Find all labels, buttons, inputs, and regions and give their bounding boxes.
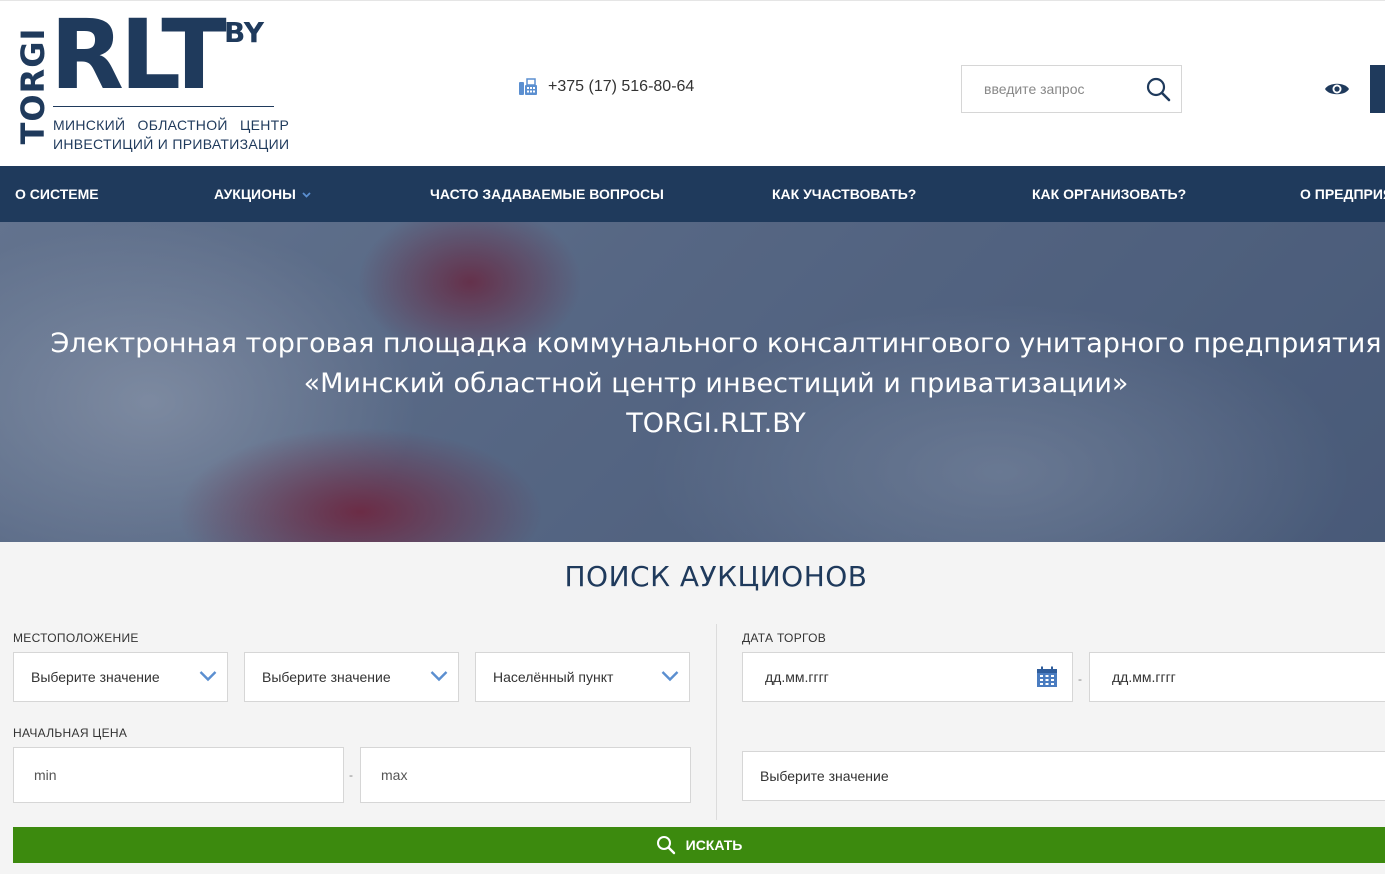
nav-item-how-to-organize[interactable]: КАК ОРГАНИЗОВАТЬ? [1032, 166, 1186, 222]
logo-by-text: BY [224, 16, 265, 49]
date-to-input[interactable]: дд.мм.гггг [1089, 652, 1385, 702]
column-divider [716, 624, 717, 820]
date-to-placeholder: дд.мм.гггг [1112, 669, 1176, 685]
search-input[interactable] [962, 66, 1137, 112]
category-select[interactable]: Выберите значение [742, 751, 1385, 801]
category-select-value: Выберите значение [760, 768, 889, 784]
search-submit-button[interactable]: ИСКАТЬ [13, 827, 1385, 863]
district-select-value: Выберите значение [262, 669, 391, 685]
price-label: НАЧАЛЬНАЯ ЦЕНА [13, 726, 128, 740]
calendar-icon[interactable] [1036, 666, 1058, 688]
locality-select-value: Населённый пункт [493, 669, 614, 685]
nav-item-auctions[interactable]: АУКЦИОНЫ [214, 166, 311, 222]
hero-title-line1: Электронная торговая площадка коммунальн… [50, 328, 1382, 359]
fax-phone-icon [519, 78, 537, 95]
chevron-down-icon [430, 671, 448, 682]
price-min-input[interactable]: min [13, 747, 344, 803]
auction-search-section: ПОИСК АУКЦИОНОВ МЕСТОПОЛОЖЕНИЕ Выберите … [0, 542, 1385, 874]
search-section-title: ПОИСК АУКЦИОНОВ [564, 560, 868, 593]
account-button[interactable] [1370, 65, 1385, 113]
search-icon[interactable] [1145, 76, 1171, 102]
logo-subtitle-line1: МИНСКИЙ ОБЛАСТНОЙ ЦЕНТР [53, 117, 290, 133]
price-range-separator: - [349, 768, 353, 782]
district-select[interactable]: Выберите значение [244, 652, 459, 702]
nav-item-faq[interactable]: ЧАСТО ЗАДАВАЕМЫЕ ВОПРОСЫ [430, 166, 664, 222]
nav-item-how-to-participate[interactable]: КАК УЧАСТВОВАТЬ? [772, 166, 916, 222]
hero-title-line2: «Минский областной центр инвестиций и пр… [303, 368, 1129, 399]
locality-select[interactable]: Населённый пункт [475, 652, 690, 702]
chevron-down-icon [661, 671, 679, 682]
date-from-placeholder: дд.мм.гггг [765, 669, 829, 685]
date-range-separator: - [1078, 672, 1082, 686]
hero-title-line3: TORGI.RLT.BY [626, 408, 806, 439]
nav-item-about-system[interactable]: О СИСТЕМЕ [15, 166, 99, 222]
chevron-down-icon [302, 192, 311, 199]
search-icon [656, 836, 675, 855]
region-select[interactable]: Выберите значение [13, 652, 228, 702]
hero-title: Электронная торговая площадка коммунальн… [0, 324, 1385, 444]
logo-subtitle-line2: ИНВЕСТИЦИЙ И ПРИВАТИЗАЦИИ [53, 136, 290, 152]
location-label: МЕСТОПОЛОЖЕНИЕ [13, 631, 139, 645]
date-label: ДАТА ТОРГОВ [742, 631, 827, 645]
date-from-input[interactable]: дд.мм.гггг [742, 652, 1073, 702]
logo-torgi-text: TORGI [14, 27, 52, 145]
price-min-placeholder: min [34, 767, 57, 783]
logo-rlt-text: RLT [50, 0, 227, 111]
logo-divider [53, 106, 274, 107]
eye-icon[interactable] [1324, 79, 1350, 99]
search-submit-label: ИСКАТЬ [685, 837, 743, 853]
site-logo[interactable]: TORGI RLT BY МИНСКИЙ ОБЛАСТНОЙ ЦЕНТР ИНВ… [12, 7, 289, 153]
price-max-input[interactable]: max [360, 747, 691, 803]
nav-item-about-company[interactable]: О ПРЕДПРИЯ [1300, 166, 1385, 222]
site-header: TORGI RLT BY МИНСКИЙ ОБЛАСТНОЙ ЦЕНТР ИНВ… [0, 0, 1385, 166]
hero-banner: Электронная торговая площадка коммунальн… [0, 222, 1385, 542]
nav-item-auctions-label: АУКЦИОНЫ [214, 186, 296, 202]
main-nav: О СИСТЕМЕ АУКЦИОНЫ ЧАСТО ЗАДАВАЕМЫЕ ВОПР… [0, 166, 1385, 222]
header-phone[interactable]: +375 (17) 516-80-64 [518, 77, 694, 97]
price-max-placeholder: max [381, 767, 408, 783]
header-search [961, 65, 1182, 113]
region-select-value: Выберите значение [31, 669, 160, 685]
chevron-down-icon [199, 671, 217, 682]
phone-number: +375 (17) 516-80-64 [548, 78, 695, 95]
